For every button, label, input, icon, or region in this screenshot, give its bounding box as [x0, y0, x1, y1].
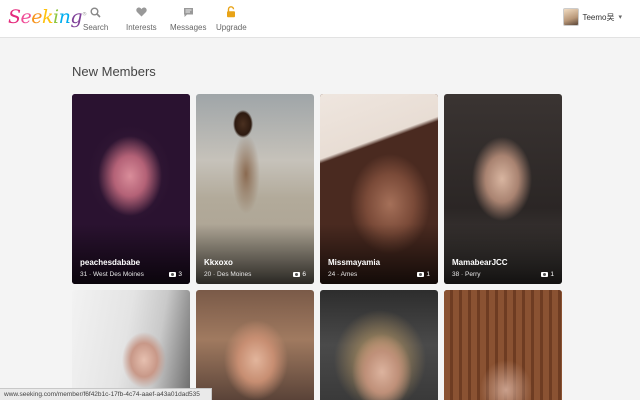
camera-icon: [541, 272, 549, 277]
photo-count: 1: [541, 271, 554, 278]
nav-label: Search: [83, 23, 109, 32]
member-card[interactable]: [196, 290, 314, 400]
nav-upgrade[interactable]: Upgrade: [216, 5, 247, 32]
top-navigation-bar: Seeking® Search Interests Messages Upgra…: [0, 0, 640, 38]
member-card[interactable]: MamabearJCC 38 · Perry 1: [444, 94, 562, 284]
member-card[interactable]: [72, 290, 190, 400]
member-username: Missmayamia: [328, 258, 381, 267]
logo-letter: e: [20, 6, 32, 28]
logo-letter: k: [42, 6, 54, 28]
photo-count: 1: [417, 271, 430, 278]
chat-icon: [181, 5, 195, 19]
logo-letter: g: [70, 6, 83, 28]
member-card[interactable]: peachesdababe 31 · West Des Moines 3: [72, 94, 190, 284]
user-menu[interactable]: Teemo吴 ▾: [563, 8, 622, 26]
camera-icon: [293, 272, 301, 277]
seeking-logo[interactable]: Seeking®: [8, 6, 87, 28]
member-photo: [320, 290, 438, 400]
search-icon: [89, 5, 103, 19]
member-card[interactable]: Missmayamia 24 · Ames 1: [320, 94, 438, 284]
photo-count-value: 6: [302, 271, 306, 278]
chevron-down-icon: ▾: [618, 14, 622, 21]
lock-icon: [224, 5, 238, 19]
photo-count: 6: [293, 271, 306, 278]
member-username: Kkxoxo: [204, 258, 233, 267]
member-age-location: 20 · Des Moines: [204, 271, 252, 278]
camera-icon: [169, 272, 177, 277]
user-name: Teemo吴: [582, 12, 615, 22]
member-card[interactable]: Kkxoxo 20 · Des Moines 6: [196, 94, 314, 284]
member-age-location: 38 · Perry: [452, 271, 481, 278]
member-username: MamabearJCC: [452, 258, 508, 267]
camera-icon: [417, 272, 425, 277]
browser-status-url: www.seeking.com/member/f6f42b1c-17fb-4c7…: [0, 388, 212, 400]
photo-count: 3: [169, 271, 182, 278]
nav-label: Upgrade: [216, 23, 247, 32]
nav-interests[interactable]: Interests: [126, 5, 157, 32]
member-age-location: 31 · West Des Moines: [80, 271, 144, 278]
member-photo: [72, 290, 190, 400]
nav-search[interactable]: Search: [83, 5, 108, 32]
nav-label: Interests: [126, 23, 157, 32]
section-title: New Members: [72, 64, 156, 79]
nav-label: Messages: [170, 23, 207, 32]
member-age-location: 24 · Ames: [328, 271, 358, 278]
photo-count-value: 1: [426, 271, 430, 278]
member-photo: [444, 290, 562, 400]
user-avatar: [563, 8, 580, 26]
photo-count-value: 3: [178, 271, 182, 278]
heart-icon: [134, 5, 148, 19]
member-username: peachesdababe: [80, 258, 141, 267]
logo-letter: S: [8, 6, 21, 28]
member-card[interactable]: [444, 290, 562, 400]
logo-letter: e: [31, 6, 43, 28]
logo-letter: n: [58, 6, 71, 28]
photo-count-value: 1: [550, 271, 554, 278]
member-card[interactable]: [320, 290, 438, 400]
nav-messages[interactable]: Messages: [170, 5, 206, 32]
member-photo: [196, 290, 314, 400]
